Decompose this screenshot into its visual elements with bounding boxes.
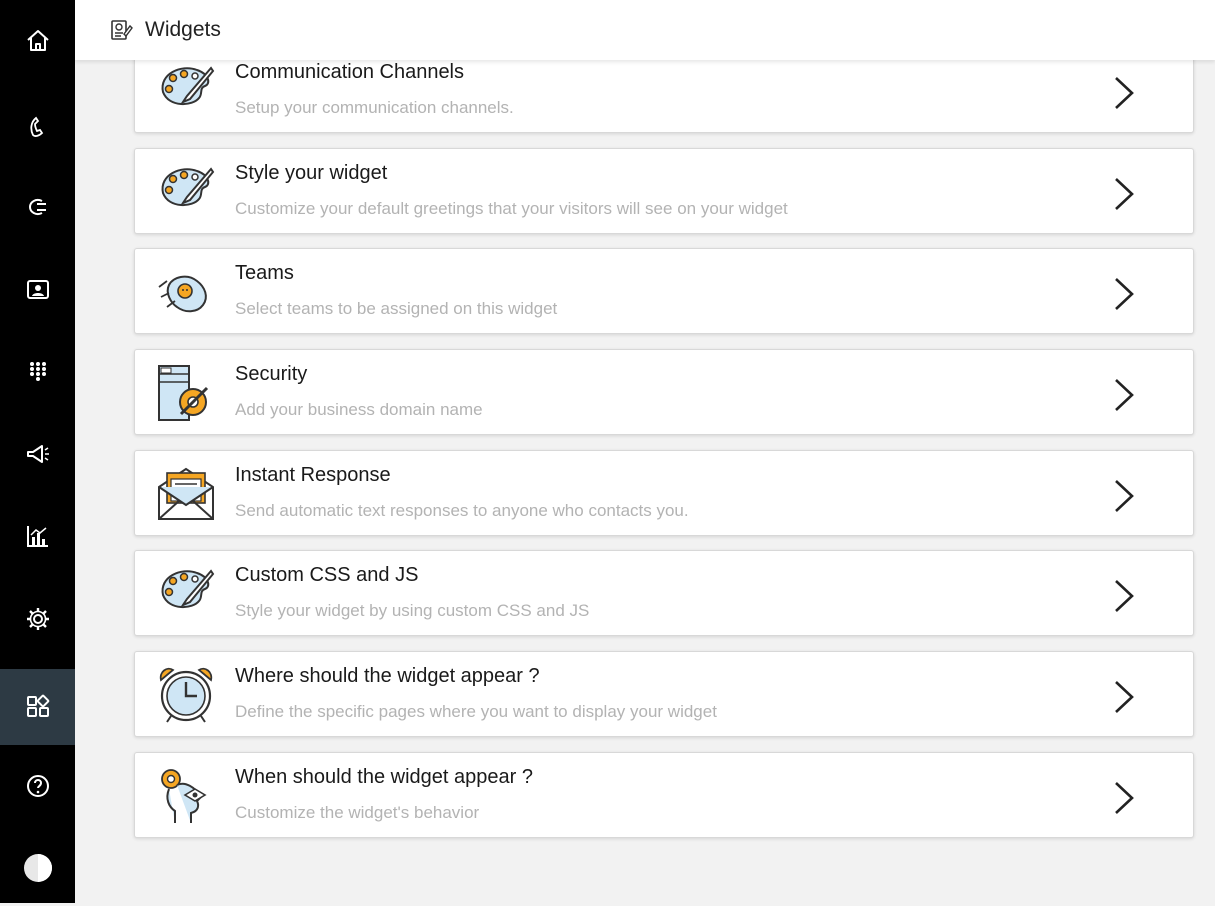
sidebar bbox=[0, 0, 75, 903]
alarm-clock-icon bbox=[159, 667, 213, 723]
card-description: Customize the widget's behavior bbox=[235, 803, 480, 822]
card-title: When should the widget appear ? bbox=[235, 766, 533, 788]
card-description: Send automatic text responses to anyone … bbox=[235, 501, 689, 520]
card-instant-response[interactable]: Instant Response Send automatic text res… bbox=[134, 450, 1194, 536]
call-forward-icon bbox=[28, 198, 46, 216]
avatar-icon bbox=[23, 854, 52, 882]
analytics-icon bbox=[26, 526, 48, 547]
page-title: Widgets bbox=[145, 18, 221, 41]
envelope-icon bbox=[158, 467, 214, 520]
card-style-widget[interactable]: Style your widget Customize your default… bbox=[134, 148, 1194, 234]
nav-dialpad[interactable] bbox=[0, 333, 75, 409]
home-icon bbox=[26, 30, 49, 51]
card-description: Define the specific pages where you want… bbox=[235, 702, 717, 721]
card-title: Teams bbox=[235, 262, 294, 284]
gear-icon bbox=[26, 608, 49, 630]
contact-card-icon bbox=[26, 280, 49, 299]
card-where-widget-appear[interactable]: Where should the widget appear ? Define … bbox=[134, 651, 1194, 737]
card-title: Communication Channels bbox=[235, 61, 465, 83]
chevron-right-icon bbox=[1115, 782, 1134, 814]
card-description: Add your business domain name bbox=[235, 400, 483, 419]
palette-icon bbox=[161, 569, 215, 608]
page-header: Widgets bbox=[75, 0, 1215, 60]
widgets-grid-icon bbox=[26, 694, 49, 717]
nav-profile[interactable] bbox=[0, 830, 75, 906]
chevron-right-icon bbox=[1115, 480, 1134, 512]
card-title: Instant Response bbox=[235, 464, 391, 486]
card-description: Customize your default greetings that yo… bbox=[235, 199, 788, 218]
nav-home[interactable] bbox=[0, 3, 75, 79]
hand-heart-icon bbox=[158, 275, 207, 313]
chevron-right-icon bbox=[1115, 379, 1134, 411]
card-description: Style your widget by using custom CSS an… bbox=[235, 601, 590, 620]
nav-calls[interactable] bbox=[0, 88, 75, 164]
security-gear-icon bbox=[158, 365, 209, 421]
card-title: Where should the widget appear ? bbox=[235, 665, 540, 687]
help-icon bbox=[26, 775, 49, 797]
chevron-right-icon bbox=[1115, 278, 1134, 310]
chevron-right-icon bbox=[1115, 681, 1134, 713]
dialpad-icon bbox=[29, 362, 46, 381]
card-title: Custom CSS and JS bbox=[235, 564, 419, 586]
chevron-right-icon bbox=[1115, 580, 1134, 612]
chevron-right-icon bbox=[1115, 77, 1134, 109]
widget-settings-list: Communication Channels Setup your commun… bbox=[75, 0, 1215, 903]
card-description: Setup your communication channels. bbox=[235, 98, 514, 117]
widget-doc-icon bbox=[111, 20, 133, 40]
nav-reports[interactable] bbox=[0, 498, 75, 574]
card-custom-css-js[interactable]: Custom CSS and JS Style your widget by u… bbox=[134, 550, 1194, 636]
card-security[interactable]: Security Add your business domain name bbox=[134, 349, 1194, 435]
phone-icon bbox=[29, 116, 43, 137]
head-gear-icon bbox=[161, 769, 207, 823]
card-teams[interactable]: Teams Select teams to be assigned on thi… bbox=[134, 248, 1194, 334]
palette-icon bbox=[161, 167, 215, 206]
palette-icon bbox=[161, 66, 215, 105]
nav-help[interactable] bbox=[0, 748, 75, 824]
card-title: Security bbox=[235, 363, 308, 385]
nav-campaigns[interactable] bbox=[0, 416, 75, 492]
megaphone-icon bbox=[26, 445, 49, 463]
card-title: Style your widget bbox=[235, 162, 388, 184]
chevron-right-icon bbox=[1115, 178, 1134, 210]
card-description: Select teams to be assigned on this widg… bbox=[235, 299, 558, 318]
nav-contacts[interactable] bbox=[0, 252, 75, 328]
nav-settings[interactable] bbox=[0, 581, 75, 657]
card-when-widget-appear[interactable]: When should the widget appear ? Customiz… bbox=[134, 752, 1194, 838]
nav-call-forward[interactable] bbox=[0, 169, 75, 245]
nav-widgets[interactable] bbox=[0, 669, 75, 745]
